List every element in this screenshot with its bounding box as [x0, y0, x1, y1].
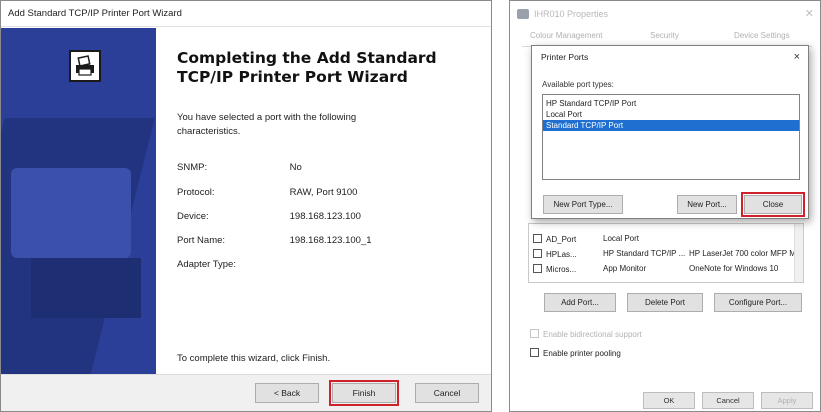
- port-name: AD_Port: [546, 235, 577, 244]
- port-description: App Monitor: [603, 264, 647, 273]
- bidirectional-label: Enable bidirectional support: [543, 330, 642, 339]
- apply-button[interactable]: Apply: [761, 392, 813, 409]
- dialog-title-bar: Printer Ports ×: [532, 46, 808, 68]
- printer-ports-dialog: Printer Ports × Available port types: HP…: [531, 45, 809, 219]
- port-printer: HP LaserJet 700 color MFP M...: [689, 249, 803, 258]
- port-types-list[interactable]: HP Standard TCP/IP Port Local Port Stand…: [542, 94, 800, 180]
- field-row-port-name: Port Name: 198.168.123.100_1: [177, 235, 477, 246]
- port-name: Micros...: [546, 265, 577, 274]
- printer-properties-window: IHR010 Properties ✕ Colour Management Se…: [509, 0, 821, 412]
- list-item[interactable]: HP Standard TCP/IP Port: [543, 98, 799, 109]
- ports-list-scrollbar[interactable]: [794, 224, 803, 282]
- wizard-side-banner: [1, 28, 156, 375]
- list-item-selected[interactable]: Standard TCP/IP Port: [543, 120, 799, 131]
- field-label: Device:: [177, 211, 209, 222]
- pooling-label: Enable printer pooling: [543, 349, 621, 358]
- tab-security[interactable]: Security: [650, 31, 679, 40]
- close-icon[interactable]: ✕: [805, 1, 814, 27]
- port-checkbox[interactable]: [533, 249, 542, 258]
- configure-port-button[interactable]: Configure Port...: [714, 293, 802, 312]
- field-label: Port Name:: [177, 235, 226, 246]
- printer-icon: [517, 9, 529, 19]
- field-row-device: Device: 198.168.123.100: [177, 211, 477, 222]
- port-checkbox[interactable]: [533, 234, 542, 243]
- field-value: 198.168.123.100_1: [289, 235, 372, 246]
- new-port-type-button[interactable]: New Port Type...: [543, 195, 623, 214]
- bidirectional-checkbox[interactable]: [530, 329, 539, 338]
- port-checkbox[interactable]: [533, 264, 542, 273]
- list-item[interactable]: Local Port: [543, 109, 799, 120]
- add-port-button[interactable]: Add Port...: [544, 293, 616, 312]
- new-port-button[interactable]: New Port...: [677, 195, 737, 214]
- back-button[interactable]: < Back: [255, 383, 319, 403]
- field-value: RAW, Port 9100: [289, 187, 358, 198]
- port-description: HP Standard TCP/IP ...: [603, 249, 686, 258]
- field-value: 198.168.123.100: [289, 211, 361, 222]
- banner-shape: [31, 258, 141, 318]
- delete-port-button[interactable]: Delete Port: [627, 293, 703, 312]
- ports-list[interactable]: AD_Port Local Port HPLas... HP Standard …: [528, 223, 804, 283]
- properties-title-bar: IHR010 Properties ✕: [510, 1, 820, 27]
- close-icon[interactable]: ×: [794, 46, 800, 68]
- wizard-footer: < Back Finish Cancel: [1, 374, 491, 411]
- properties-title: IHR010 Properties: [534, 9, 609, 19]
- pooling-option: Enable printer pooling: [530, 348, 621, 358]
- dialog-title: Printer Ports: [541, 52, 589, 62]
- port-printer: OneNote for Windows 10: [689, 264, 779, 273]
- bidirectional-option: Enable bidirectional support: [530, 329, 642, 339]
- pooling-checkbox[interactable]: [530, 348, 539, 357]
- wizard-complete-text: To complete this wizard, click Finish.: [177, 353, 331, 364]
- field-value: No: [289, 162, 302, 173]
- wizard-intro-text: You have selected a port with the follow…: [177, 112, 357, 137]
- cancel-button[interactable]: Cancel: [415, 383, 479, 403]
- printer-icon: [69, 50, 101, 82]
- list-item[interactable]: AD_Port Local Port: [533, 234, 639, 244]
- list-item[interactable]: HPLas... HP Standard TCP/IP ... HP Laser…: [533, 249, 803, 259]
- wizard-window: Add Standard TCP/IP Printer Port Wizard …: [0, 0, 492, 412]
- finish-button[interactable]: Finish: [329, 380, 399, 406]
- port-name: HPLas...: [546, 250, 577, 259]
- tab-device-settings[interactable]: Device Settings: [734, 31, 790, 40]
- ok-button[interactable]: OK: [643, 392, 695, 409]
- close-button[interactable]: Close: [741, 192, 805, 217]
- banner-shape: [11, 168, 131, 258]
- field-row-adapter-type: Adapter Type:: [177, 259, 477, 270]
- field-label: Protocol:: [177, 187, 215, 198]
- field-label: SNMP:: [177, 162, 208, 173]
- list-item[interactable]: Micros... App Monitor OneNote for Window…: [533, 264, 778, 274]
- port-description: Local Port: [603, 234, 640, 243]
- field-row-snmp: SNMP: No: [177, 162, 477, 173]
- port-types-label: Available port types:: [542, 80, 614, 89]
- cancel-button[interactable]: Cancel: [702, 392, 754, 409]
- wizard-heading: Completing the Add Standard TCP/IP Print…: [177, 49, 437, 86]
- tab-colour-management[interactable]: Colour Management: [530, 31, 602, 40]
- wizard-title-bar: Add Standard TCP/IP Printer Port Wizard: [1, 1, 491, 27]
- field-label: Adapter Type:: [177, 259, 236, 270]
- field-row-protocol: Protocol: RAW, Port 9100: [177, 187, 477, 198]
